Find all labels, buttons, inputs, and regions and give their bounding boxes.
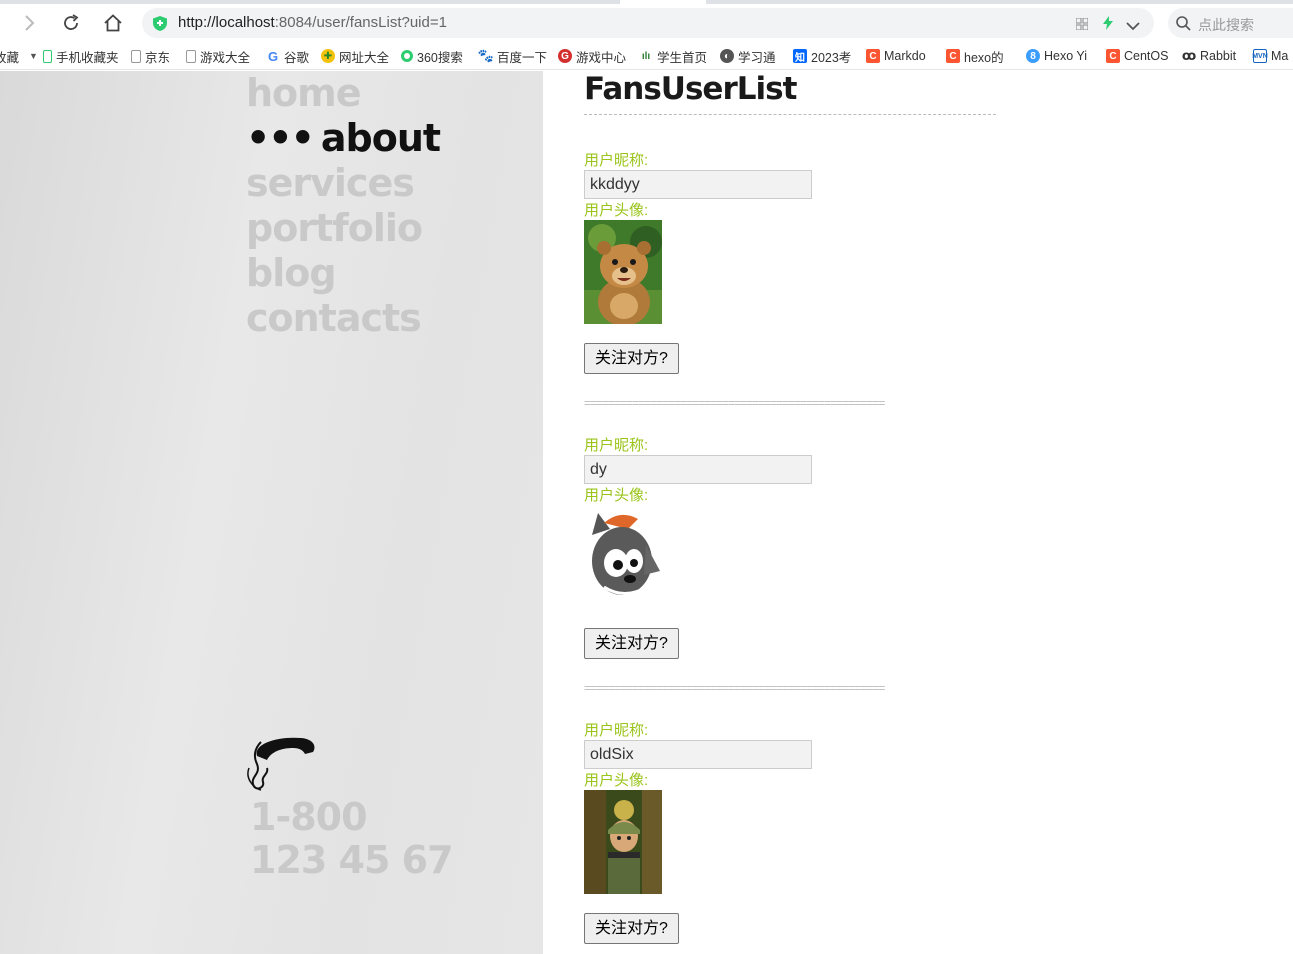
url-text[interactable]: http://localhost:8084/user/fansList?uid=… bbox=[178, 14, 447, 31]
360-search-icon bbox=[401, 50, 413, 62]
nickname-label: 用户昵称: bbox=[584, 437, 649, 454]
fan-card: 用户昵称: oldSix 用户头像: 关注对方? bbox=[584, 721, 996, 944]
search-placeholder: 点此搜索 bbox=[1198, 17, 1254, 33]
nickname-field[interactable]: oldSix bbox=[584, 740, 812, 769]
bookmark-item[interactable]: Chexo的 bbox=[946, 47, 1004, 65]
menu-item-home[interactable]: home bbox=[246, 71, 440, 116]
csdn-icon: C bbox=[946, 49, 960, 63]
fan-card: 用户昵称: kkddyy 用户头像: 关注对方? ===============… bbox=[584, 151, 996, 410]
bear-avatar-icon bbox=[584, 220, 996, 324]
bookmark-item[interactable]: ꝏ Rabbit bbox=[1182, 47, 1236, 65]
hexo-icon: 8 bbox=[1026, 49, 1040, 63]
game-center-icon: G bbox=[558, 49, 572, 63]
bookmark-item[interactable]: G 游戏中心 bbox=[558, 47, 626, 65]
zhihu-icon: 知 bbox=[793, 49, 807, 64]
qr-code-icon[interactable] bbox=[1075, 17, 1089, 35]
page-title: FansUserList bbox=[584, 71, 797, 107]
nickname-label: 用户昵称: bbox=[584, 152, 649, 169]
student-icon: ılı bbox=[641, 50, 651, 62]
rabbit-icon: ꝏ bbox=[1181, 48, 1197, 63]
logger-avatar-icon bbox=[584, 790, 996, 894]
address-bar[interactable]: http://localhost:8084/user/fansList?uid=… bbox=[142, 8, 1154, 38]
bookmark-item[interactable]: 8 Hexo Yi bbox=[1026, 47, 1087, 65]
bookmark-item[interactable]: 收藏▼ bbox=[0, 47, 38, 65]
fan-card: 用户昵称: dy 用户头像: 关注对方? ===================… bbox=[584, 436, 996, 695]
baidu-icon: 🐾 bbox=[477, 48, 495, 63]
search-icon bbox=[1176, 16, 1191, 36]
mvn-icon: MVN bbox=[1252, 49, 1268, 63]
menu-item-portfolio[interactable]: portfolio bbox=[246, 206, 440, 251]
fans-list-content: FansUserList 用户昵称: kkddyy 用户头像: 关注对方? ==… bbox=[584, 71, 996, 944]
csdn-icon: C bbox=[1106, 49, 1120, 63]
wolf-avatar-icon bbox=[584, 505, 996, 609]
bookmarks-bar: 收藏▼ 手机收藏夹 京东 游戏大全 G谷歌 ✚网址大全 360搜索 🐾百度一下 … bbox=[0, 41, 1293, 70]
bookmark-item[interactable]: 京东 bbox=[131, 47, 170, 65]
page-icon bbox=[131, 49, 141, 63]
browser-toolbar: http://localhost:8084/user/fansList?uid=… bbox=[0, 4, 1293, 41]
bookmark-item[interactable]: ◐ 学习通 bbox=[720, 47, 776, 65]
browser-search-box[interactable]: 点此搜索 bbox=[1168, 8, 1293, 38]
home-icon[interactable] bbox=[102, 12, 124, 34]
phone-bookmark-icon bbox=[43, 49, 52, 63]
csdn-icon: C bbox=[866, 49, 880, 63]
page-icon bbox=[186, 49, 196, 63]
nickname-field[interactable]: kkddyy bbox=[584, 170, 812, 199]
menu-item-blog[interactable]: blog bbox=[246, 251, 440, 296]
bookmark-item[interactable]: MVN Ma bbox=[1252, 47, 1288, 65]
bookmark-item[interactable]: 知 2023考 bbox=[793, 47, 851, 65]
security-shield-icon bbox=[152, 15, 168, 37]
avatar-label: 用户头像: bbox=[584, 202, 649, 219]
bookmark-item[interactable]: G 谷歌 bbox=[266, 47, 309, 65]
chevron-down-icon[interactable] bbox=[1126, 18, 1140, 36]
bookmark-item[interactable]: ılı 学生首页 bbox=[639, 47, 707, 65]
google-icon: G bbox=[267, 48, 279, 64]
avatar-label: 用户头像: bbox=[584, 487, 649, 504]
menu-item-about[interactable]: ••• about bbox=[246, 116, 441, 161]
bookmark-item[interactable]: C Markdo bbox=[866, 47, 926, 65]
phone-number: 1-800 123 45 67 bbox=[250, 795, 454, 882]
bookmark-item[interactable]: ✚ 网址大全 bbox=[321, 47, 389, 65]
separator-line: ========================================… bbox=[584, 396, 885, 410]
globe-icon: ◐ bbox=[720, 49, 734, 63]
follow-button[interactable]: 关注对方? bbox=[584, 913, 679, 944]
site-nav-icon: ✚ bbox=[321, 49, 335, 63]
main-menu: home ••• about services portfolio blog co… bbox=[246, 71, 441, 341]
menu-item-services[interactable]: services bbox=[246, 161, 440, 206]
reload-icon[interactable] bbox=[60, 12, 82, 34]
bookmark-item[interactable]: 🐾 百度一下 bbox=[477, 47, 547, 65]
separator-line: ========================================… bbox=[584, 681, 885, 695]
active-dots-icon: ••• bbox=[246, 116, 315, 160]
bookmark-item[interactable]: 360搜索 bbox=[401, 47, 463, 65]
forward-icon[interactable] bbox=[18, 12, 40, 34]
follow-button[interactable]: 关注对方? bbox=[584, 343, 679, 374]
nickname-field[interactable]: dy bbox=[584, 455, 812, 484]
nickname-label: 用户昵称: bbox=[584, 722, 649, 739]
left-sidebar: home ••• about services portfolio blog co… bbox=[0, 71, 543, 954]
telephone-icon bbox=[247, 734, 317, 801]
follow-button[interactable]: 关注对方? bbox=[584, 628, 679, 659]
bookmark-item[interactable]: 手机收藏夹 bbox=[43, 47, 119, 65]
bookmark-item[interactable]: C CentOS bbox=[1106, 47, 1168, 65]
avatar-label: 用户头像: bbox=[584, 772, 649, 789]
web-page: home ••• about services portfolio blog co… bbox=[0, 71, 1293, 954]
bookmark-item[interactable]: 游戏大全 bbox=[186, 47, 250, 65]
lightning-icon[interactable] bbox=[1102, 16, 1114, 35]
menu-item-contacts[interactable]: contacts bbox=[246, 296, 440, 341]
